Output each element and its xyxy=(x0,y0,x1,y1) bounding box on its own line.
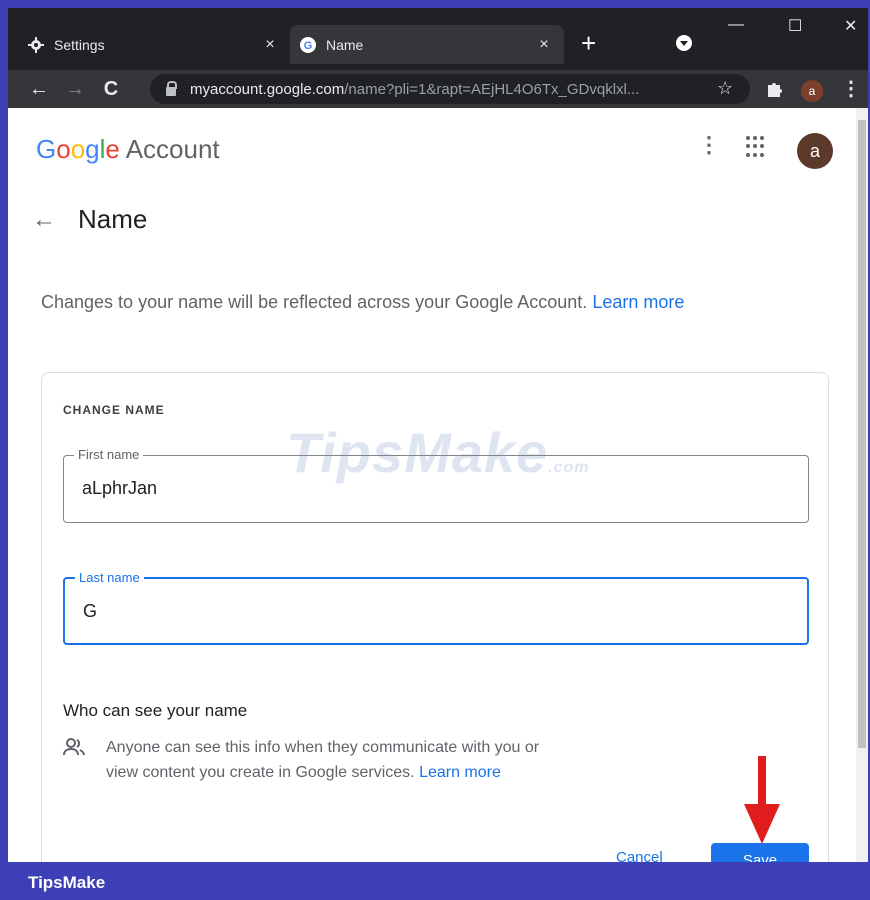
change-name-card: CHANGE NAME First name aLphrJan Last nam… xyxy=(41,372,829,862)
logo-letter: o xyxy=(56,134,71,164)
tab-name[interactable]: G Name × xyxy=(290,25,564,64)
back-arrow-icon[interactable]: ← xyxy=(26,74,52,104)
who-can-see-title: Who can see your name xyxy=(63,701,248,720)
address-bar[interactable]: myaccount.google.com /name?pli=1&rapt=AE… xyxy=(150,74,750,104)
red-arrow-icon xyxy=(744,756,780,844)
browser-toolbar: ← → C myaccount.google.com /name?pli=1&r… xyxy=(8,70,868,108)
minimize-button[interactable]: — xyxy=(728,16,744,34)
tab-close-icon[interactable]: × xyxy=(260,36,280,54)
extensions-puzzle-icon[interactable] xyxy=(765,80,783,98)
profile-avatar[interactable]: a xyxy=(801,80,823,102)
footer-bar: TipsMake xyxy=(0,862,870,900)
tab-search-icon[interactable] xyxy=(676,35,692,51)
back-arrow-icon[interactable]: ← xyxy=(32,206,56,234)
logo-letter: G xyxy=(36,134,57,164)
tab-close-icon[interactable]: × xyxy=(534,36,554,54)
settings-gear-icon xyxy=(28,36,44,53)
scrollbar[interactable] xyxy=(856,108,868,862)
svg-text:G: G xyxy=(304,40,313,52)
url-path: /name?pli=1&rapt=AEjHL4O6Tx_GDvqklxl... xyxy=(344,80,640,98)
tab-settings[interactable]: Settings × xyxy=(18,25,290,64)
scrollbar-thumb[interactable] xyxy=(858,120,866,748)
new-tab-button[interactable]: + xyxy=(581,28,596,58)
last-name-field[interactable]: Last name G xyxy=(63,570,809,645)
page-title: Name xyxy=(78,204,148,234)
first-name-label: First name xyxy=(74,447,144,462)
page-description: Changes to your name will be reflected a… xyxy=(41,288,721,317)
logo-letter: e xyxy=(105,134,120,164)
maximize-button[interactable]: ☐ xyxy=(788,16,802,36)
page-content: Google Account ⋮ a ← Name Changes to you… xyxy=(8,108,856,862)
logo-suffix: Account xyxy=(125,134,220,164)
first-name-field[interactable]: First name aLphrJan xyxy=(63,447,809,523)
first-name-value[interactable]: aLphrJan xyxy=(82,478,157,499)
card-title: CHANGE NAME xyxy=(63,403,165,417)
url-host: myaccount.google.com xyxy=(190,80,345,98)
tab-label: Name xyxy=(326,36,364,53)
logo-letter: g xyxy=(85,134,100,164)
cancel-button[interactable]: Cancel xyxy=(616,849,663,862)
description-text: Changes to your name will be reflected a… xyxy=(41,292,588,312)
browser-menu-icon[interactable]: ⋮ xyxy=(841,76,861,101)
google-g-icon: G xyxy=(300,36,316,53)
close-window-button[interactable]: ✕ xyxy=(844,16,857,36)
more-vert-icon[interactable]: ⋮ xyxy=(698,132,720,158)
account-avatar[interactable]: a xyxy=(797,133,833,169)
tab-label: Settings xyxy=(54,36,105,53)
learn-more-link[interactable]: Learn more xyxy=(419,764,501,781)
who-can-see-description: Anyone can see this info when they commu… xyxy=(106,735,556,785)
browser-window: Settings × G Name × + — ☐ ✕ ← → C myacco… xyxy=(8,8,868,862)
apps-grid-icon[interactable] xyxy=(746,136,768,158)
logo-letter: o xyxy=(70,134,86,164)
star-icon[interactable]: ☆ xyxy=(717,78,733,99)
footer-brand: TipsMake xyxy=(28,873,106,892)
lock-icon xyxy=(166,80,177,96)
last-name-value[interactable]: G xyxy=(83,601,97,622)
reload-icon[interactable]: C xyxy=(98,74,124,104)
people-icon xyxy=(63,738,85,756)
forward-arrow-icon[interactable]: → xyxy=(62,74,88,104)
tab-strip: Settings × G Name × + — ☐ ✕ xyxy=(8,8,868,70)
learn-more-link[interactable]: Learn more xyxy=(592,292,684,312)
last-name-label: Last name xyxy=(75,570,144,585)
google-account-logo[interactable]: Google Account xyxy=(36,134,220,165)
